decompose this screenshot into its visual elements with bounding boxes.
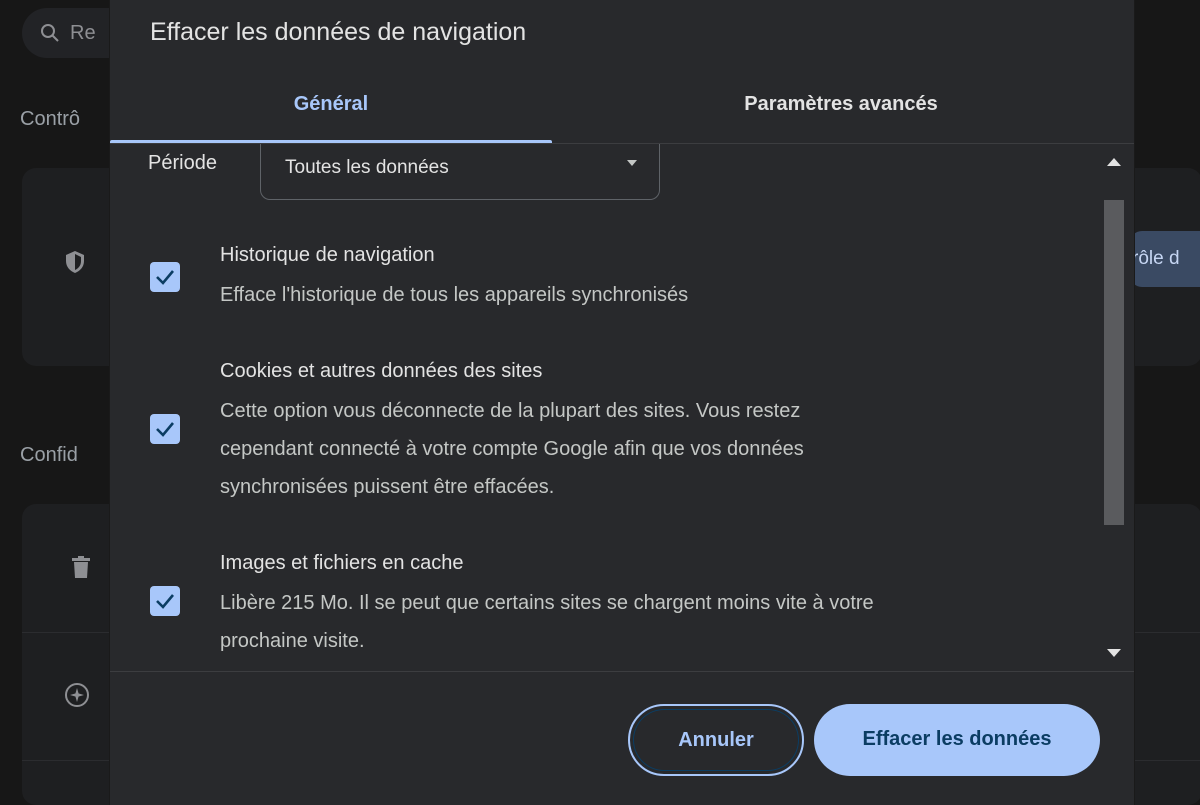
search-icon (41, 24, 59, 42)
safety-check-button[interactable]: rôle d (1130, 231, 1200, 287)
option-title: Images et fichiers en cache (220, 552, 464, 574)
option-description: Efface l'historique de tous les appareil… (220, 284, 689, 306)
content-scrollbar[interactable] (1100, 144, 1134, 671)
cookies-checkbox[interactable] (150, 414, 180, 444)
section-heading-privacy: Confid (20, 444, 78, 466)
description-line: synchronisées puissent être effacées. (220, 476, 555, 498)
dialog-tabs: Général Paramètres avancés (110, 78, 1134, 143)
period-selected-value: Toutes les données (285, 157, 449, 178)
checkmark-icon (156, 422, 174, 437)
option-description: Cette option vous déconnecte de la plupa… (220, 392, 1080, 506)
period-label: Période (148, 152, 217, 174)
description-line: cependant connecté à votre compte Google… (220, 438, 804, 460)
checkmark-icon (156, 270, 174, 285)
browsing-history-checkbox[interactable] (150, 262, 180, 292)
shield-icon (64, 250, 86, 279)
clear-browsing-data-dialog: Effacer les données de navigation Généra… (110, 0, 1134, 805)
option-description: Libère 215 Mo. Il se peut que certains s… (220, 584, 1080, 660)
cache-checkbox[interactable] (150, 586, 180, 616)
checkmark-icon (156, 594, 174, 609)
description-line: prochaine visite. (220, 630, 365, 652)
search-text: Re (70, 21, 96, 44)
clear-data-button[interactable]: Effacer les données (814, 704, 1100, 776)
scroll-down-arrow-icon[interactable] (1107, 649, 1121, 657)
cancel-button[interactable]: Annuler (628, 704, 804, 776)
dialog-title: Effacer les données de navigation (150, 18, 527, 46)
option-title: Historique de navigation (220, 244, 435, 266)
footer-divider (110, 671, 1134, 672)
tab-advanced[interactable]: Paramètres avancés (620, 78, 1062, 140)
scrollbar-thumb[interactable] (1104, 200, 1124, 525)
dialog-content-scroll[interactable]: Période Toutes les données Historique de… (110, 144, 1134, 671)
scroll-up-arrow-icon[interactable] (1107, 158, 1121, 166)
dropdown-arrow-icon (627, 160, 637, 166)
compass-icon (64, 682, 90, 713)
trash-icon (72, 556, 90, 583)
description-line: Libère 215 Mo. Il se peut que certains s… (220, 592, 874, 614)
option-title: Cookies et autres données des sites (220, 360, 543, 382)
description-line: Cette option vous déconnecte de la plupa… (220, 400, 801, 422)
section-heading-controls: Contrô (20, 108, 81, 130)
tab-general[interactable]: Général (110, 78, 552, 140)
period-dropdown[interactable]: Toutes les données (260, 144, 660, 200)
